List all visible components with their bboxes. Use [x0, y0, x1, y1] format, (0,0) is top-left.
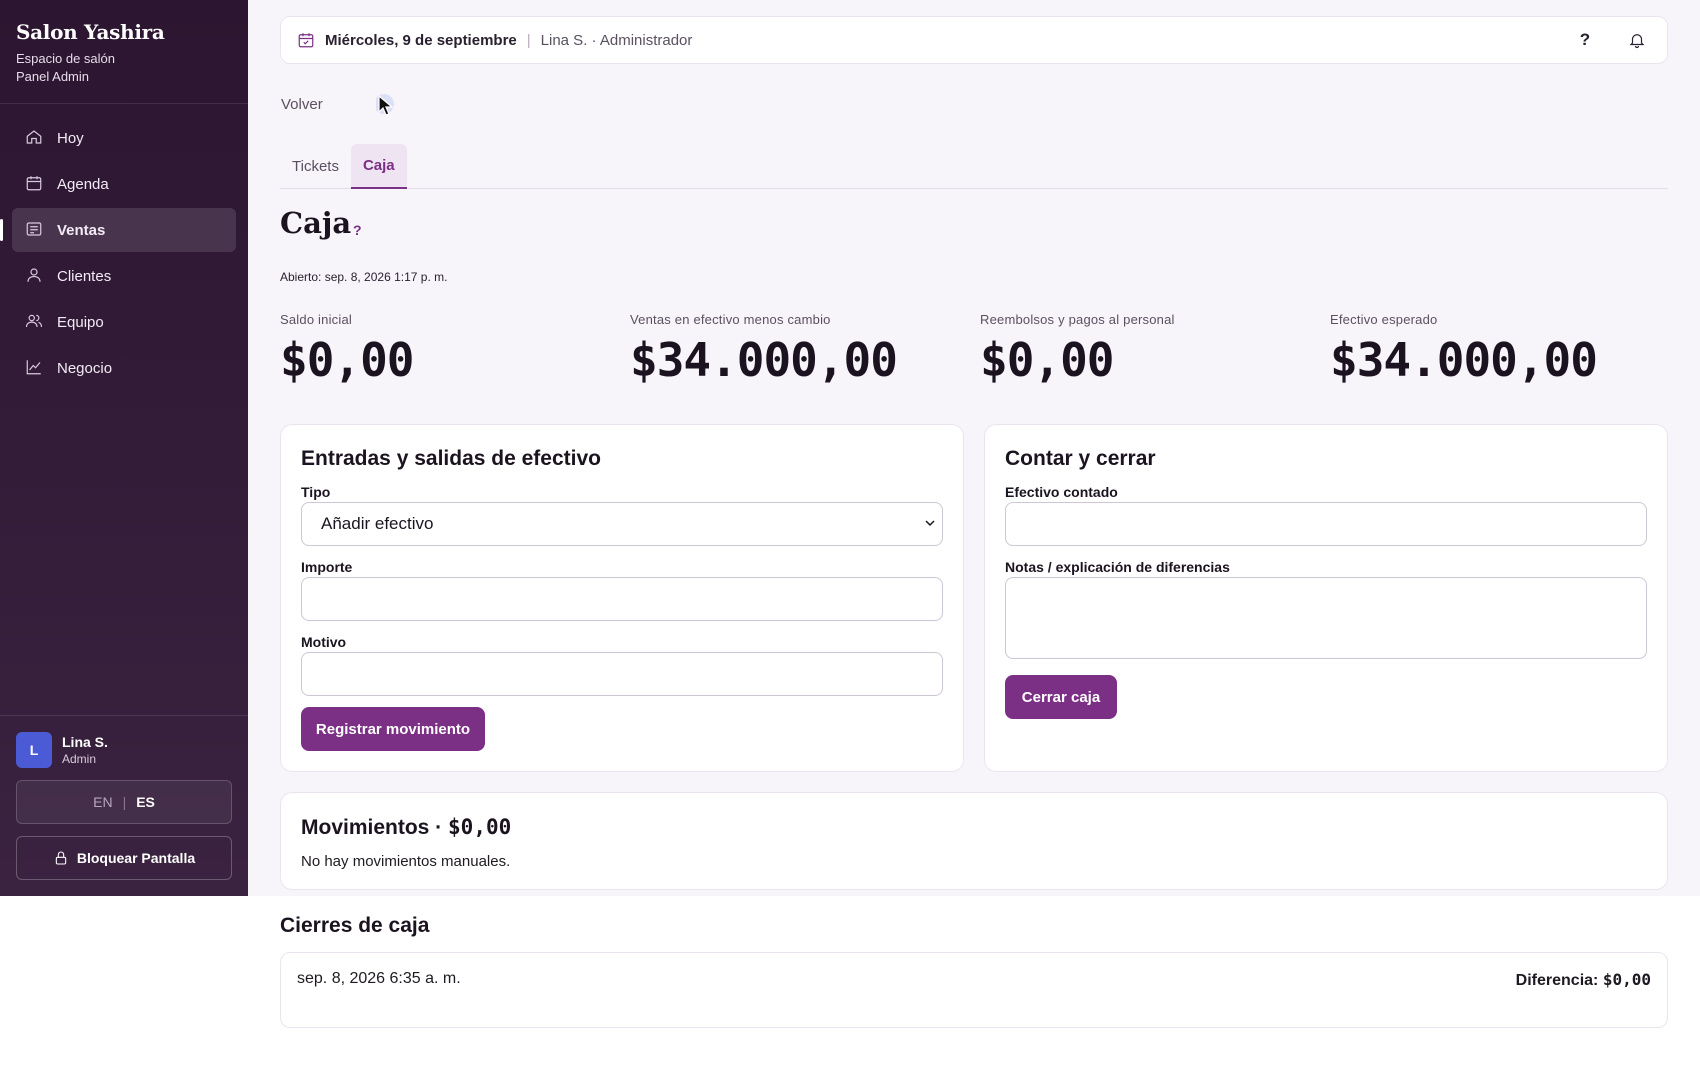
- amount-input[interactable]: [301, 577, 943, 621]
- closure-row[interactable]: sep. 8, 2026 6:35 a. m. Diferencia: $0,0…: [280, 952, 1668, 1028]
- cash-movements-card: Entradas y salidas de efectivo Tipo Añad…: [280, 424, 964, 772]
- notes-textarea[interactable]: [1005, 577, 1647, 659]
- brand: Salon Yashira Espacio de salón Panel Adm…: [0, 0, 248, 104]
- closure-diff-label: Diferencia:: [1515, 972, 1599, 989]
- closure-diff-value: $0,00: [1602, 970, 1651, 989]
- lang-es-button[interactable]: ES: [126, 794, 165, 810]
- sidebar-item-label: Equipo: [57, 313, 104, 331]
- stat-label: Saldo inicial: [280, 312, 352, 327]
- closures-title: Cierres de caja: [280, 914, 430, 937]
- movements-card: Movimientos · $0,00 No hay movimientos m…: [280, 792, 1668, 890]
- movements-title-label: Movimientos ·: [301, 816, 443, 839]
- stat-cash-sales: Ventas en efectivo menos cambio $34.000,…: [630, 312, 898, 387]
- card-title: Entradas y salidas de efectivo: [301, 447, 601, 470]
- chart-icon: [25, 358, 45, 378]
- amount-label: Importe: [301, 559, 353, 575]
- stat-expected-cash: Efectivo esperado $34.000,00: [1330, 312, 1598, 387]
- avatar: L: [16, 732, 52, 768]
- reason-label: Motivo: [301, 634, 347, 650]
- help-icon: ?: [1579, 30, 1591, 49]
- user-name: Lina S.: [62, 734, 108, 750]
- sidebar-item-negocio[interactable]: Negocio: [12, 346, 236, 390]
- chevron-down-icon: [925, 520, 935, 527]
- brand-sub-line2: Panel Admin: [16, 69, 89, 84]
- lock-screen-label: Bloquear Pantalla: [76, 850, 196, 866]
- stat-value: $34.000,00: [1330, 333, 1598, 387]
- calendar-icon: [25, 174, 45, 194]
- sidebar-item-ventas[interactable]: Ventas: [0, 208, 236, 252]
- tabs: Tickets Caja: [280, 144, 1668, 189]
- counted-cash-label: Efectivo contado: [1005, 484, 1118, 500]
- stat-label: Reembolsos y pagos al personal: [980, 312, 1175, 327]
- cash-summary: Saldo inicial $0,00 Ventas en efectivo m…: [280, 312, 1680, 392]
- closure-date: sep. 8, 2026 6:35 a. m.: [297, 970, 461, 987]
- close-register-button[interactable]: Cerrar caja: [1005, 675, 1117, 719]
- stat-opening-balance: Saldo inicial $0,00: [280, 312, 414, 387]
- notifications-button[interactable]: [1623, 26, 1651, 54]
- user-role: Admin: [62, 752, 97, 766]
- page-help-button[interactable]: ?: [353, 222, 362, 238]
- calendar-check-icon: [298, 33, 314, 48]
- movements-title: Movimientos · $0,00: [301, 815, 511, 840]
- language-switch: EN | ES: [16, 780, 232, 824]
- back-link[interactable]: Volver: [281, 96, 323, 113]
- sidebar-footer: L Lina S. Admin EN | ES Bloquear Pantall…: [0, 715, 248, 896]
- stat-value: $34.000,00: [630, 333, 898, 387]
- notes-label: Notas / explicación de diferencias: [1005, 559, 1230, 575]
- card-title: Contar y cerrar: [1005, 447, 1156, 470]
- type-select[interactable]: Añadir efectivo: [301, 502, 943, 546]
- type-label: Tipo: [301, 484, 331, 500]
- help-button[interactable]: ?: [1571, 26, 1599, 54]
- type-select-value: Añadir efectivo: [321, 514, 434, 533]
- page-title: Caja: [280, 206, 352, 240]
- brand-name: Salon Yashira: [16, 20, 165, 44]
- user-icon: [25, 266, 45, 286]
- current-user-role: Lina S. · Administrador: [540, 31, 693, 49]
- sidebar: Salon Yashira Espacio de salón Panel Adm…: [0, 0, 248, 896]
- stat-refunds-payouts: Reembolsos y pagos al personal $0,00: [980, 312, 1175, 387]
- brand-sub-line1: Espacio de salón: [16, 51, 116, 66]
- users-icon: [25, 312, 45, 332]
- count-close-card: Contar y cerrar Efectivo contado Notas /…: [984, 424, 1668, 772]
- topbar-actions: ?: [1547, 26, 1651, 54]
- lang-en-button[interactable]: EN: [83, 794, 122, 810]
- sidebar-item-clientes[interactable]: Clientes: [12, 254, 236, 298]
- closure-difference: Diferencia: $0,00: [1516, 970, 1651, 990]
- register-movement-button[interactable]: Registrar movimiento: [301, 707, 485, 751]
- sidebar-item-equipo[interactable]: Equipo: [12, 300, 236, 344]
- stat-label: Efectivo esperado: [1330, 312, 1438, 327]
- sidebar-item-label: Agenda: [57, 175, 109, 193]
- sidebar-item-hoy[interactable]: Hoy: [12, 116, 236, 160]
- bell-icon: [1629, 34, 1645, 49]
- sidebar-nav: Hoy Agenda Ventas Clientes Equipo Negoci…: [0, 104, 248, 404]
- sidebar-item-label: Ventas: [57, 221, 106, 239]
- sidebar-item-label: Negocio: [57, 359, 113, 377]
- register-opened-at: Abierto: sep. 8, 2026 1:17 p. m.: [280, 270, 448, 284]
- reason-input[interactable]: [301, 652, 943, 696]
- lock-icon: [55, 851, 67, 865]
- topbar: Miércoles, 9 de septiembre | Lina S. · A…: [280, 16, 1668, 64]
- stat-value: $0,00: [980, 333, 1114, 387]
- sidebar-item-label: Hoy: [57, 129, 84, 147]
- movements-empty-state: No hay movimientos manuales.: [301, 853, 511, 870]
- home-icon: [25, 128, 45, 148]
- receipt-icon: [25, 220, 45, 240]
- sidebar-item-label: Clientes: [57, 267, 112, 285]
- current-user: L Lina S. Admin: [16, 732, 232, 768]
- movements-total: $0,00: [448, 815, 512, 839]
- stat-value: $0,00: [280, 333, 414, 387]
- counted-cash-input[interactable]: [1005, 502, 1647, 546]
- stat-label: Ventas en efectivo menos cambio: [630, 312, 831, 327]
- tab-tickets[interactable]: Tickets: [280, 144, 351, 189]
- current-date: Miércoles, 9 de septiembre: [325, 31, 517, 49]
- mouse-cursor-icon: [376, 94, 394, 116]
- topbar-divider: |: [526, 31, 531, 49]
- sidebar-item-agenda[interactable]: Agenda: [12, 162, 236, 206]
- lock-screen-button[interactable]: Bloquear Pantalla: [16, 836, 232, 880]
- brand-subtitle: Espacio de salón Panel Admin: [16, 50, 232, 86]
- tab-caja[interactable]: Caja: [350, 144, 407, 189]
